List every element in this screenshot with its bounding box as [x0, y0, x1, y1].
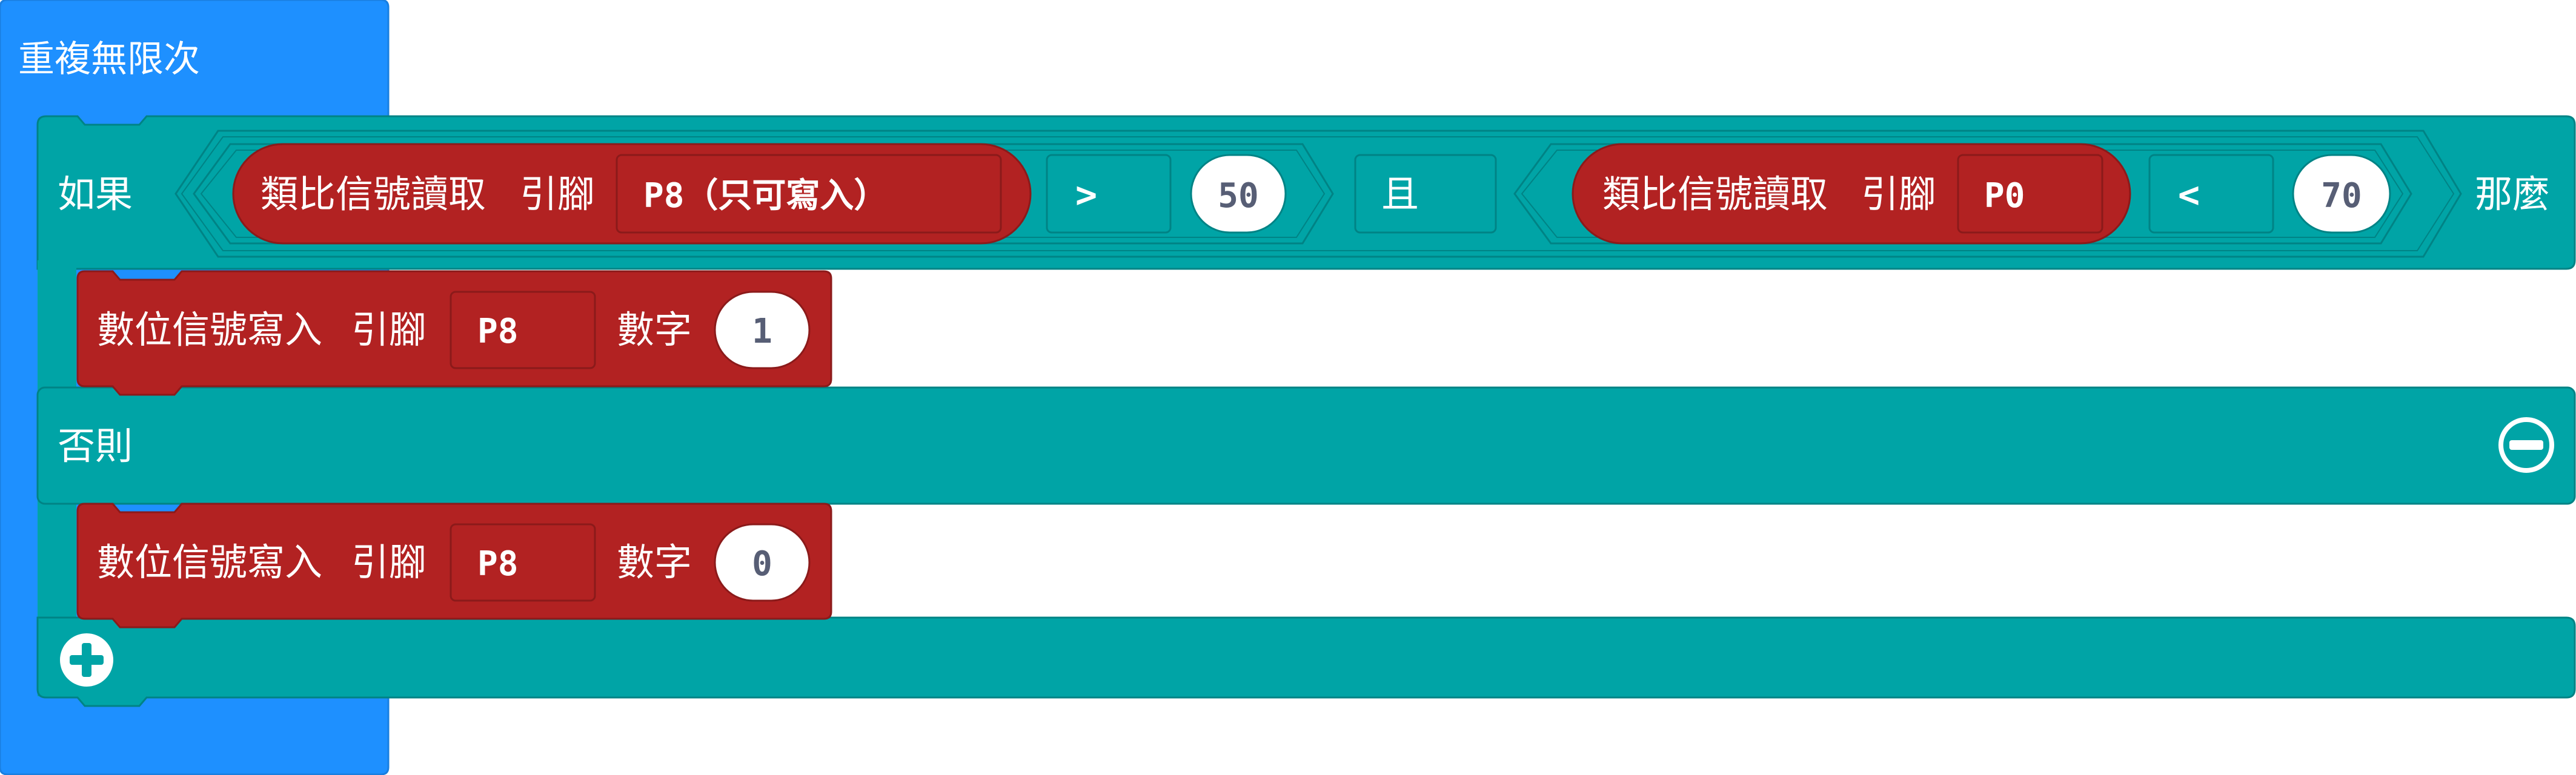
else-label: 否則: [58, 424, 133, 468]
pin-dropdown-value: P8: [477, 544, 518, 584]
pin-label: 引腳: [520, 172, 595, 216]
pin-dropdown[interactable]: P8（只可寫入）: [616, 154, 1002, 234]
digital-write-block-then[interactable]: 數位信號寫入 引腳 P8 數字 1: [76, 270, 832, 396]
operator-dropdown-left[interactable]: >: [1046, 154, 1172, 234]
operator-value: >: [1075, 174, 1097, 216]
operator-dropdown-right[interactable]: <: [2148, 154, 2274, 234]
digital-write-label: 數位信號寫入: [97, 308, 322, 352]
pin-label: 引腳: [1861, 172, 1936, 216]
analog-read-block-left[interactable]: 類比信號讀取 引腳 P8（只可寫入）: [232, 143, 1032, 245]
if-label: 如果: [58, 172, 133, 216]
pin-dropdown-value: P8: [477, 312, 518, 351]
number-value: 50: [1218, 176, 1258, 216]
pin-dropdown-value: P0: [1984, 176, 2025, 216]
number-label: 數字: [617, 540, 692, 584]
number-value: 0: [752, 544, 772, 584]
number-value: 70: [2321, 176, 2362, 216]
number-input-left[interactable]: 50: [1190, 154, 1287, 234]
number-input[interactable]: 0: [714, 523, 811, 602]
pin-label: 引腳: [351, 540, 427, 584]
logic-operator-dropdown[interactable]: 且: [1354, 154, 1497, 234]
pin-dropdown[interactable]: P0: [1957, 154, 2103, 234]
digital-write-block-else[interactable]: 數位信號寫入 引腳 P8 數字 0: [76, 503, 832, 628]
operator-value: <: [2178, 174, 2200, 216]
number-input-right[interactable]: 70: [2292, 154, 2391, 234]
digital-write-label: 數位信號寫入: [97, 540, 322, 584]
pin-dropdown[interactable]: P8: [450, 291, 596, 369]
logic-operator-value: 且: [1381, 172, 1419, 216]
pin-label: 引腳: [351, 308, 427, 352]
pin-dropdown[interactable]: P8: [450, 523, 596, 602]
analog-read-block-right[interactable]: 類比信號讀取 引腳 P0: [1572, 143, 2131, 245]
plus-circle-icon[interactable]: [60, 633, 113, 687]
analog-read-label: 類比信號讀取: [1602, 172, 1828, 216]
number-input[interactable]: 1: [714, 291, 811, 369]
number-value: 1: [752, 312, 772, 351]
and-condition-block[interactable]: 類比信號讀取 引腳 P8（只可寫入） > 50 且 類比信號讀取 引腳 P0 <…: [174, 130, 2462, 258]
analog-read-label: 類比信號讀取: [261, 172, 486, 216]
then-label: 那麼: [2475, 172, 2550, 216]
forever-label: 重複無限次: [18, 38, 200, 81]
number-label: 數字: [617, 308, 692, 352]
pin-dropdown-value: P8（只可寫入）: [643, 176, 888, 216]
block-canvas: 重複無限次 如果 那麼 否則 類比信號讀取 引腳 P8（只可寫入） > 50 且…: [0, 0, 2576, 775]
